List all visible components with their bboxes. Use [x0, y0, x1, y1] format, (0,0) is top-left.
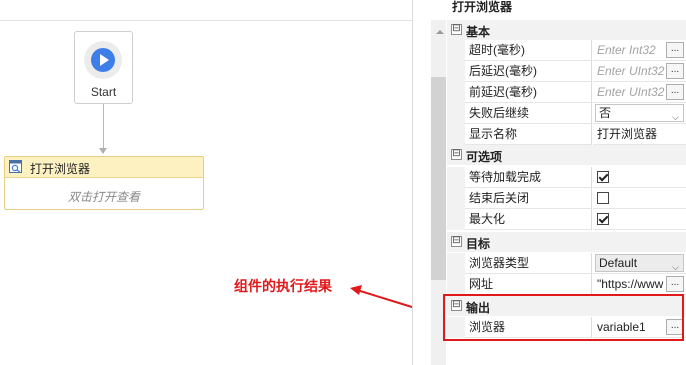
- collapse-icon[interactable]: ⊟: [451, 236, 462, 247]
- row-delay-before: 前延迟(毫秒) Enter UInt32 ...: [447, 82, 686, 103]
- row-display-name: 显示名称 打开浏览器: [447, 124, 686, 145]
- row-close-after: 结束后关闭: [447, 188, 686, 209]
- browser-icon: [9, 160, 22, 173]
- row-label: 网址: [465, 274, 592, 295]
- start-node[interactable]: Start: [74, 31, 133, 104]
- section-basic[interactable]: ⊟ 基本: [447, 20, 686, 40]
- row-label: 超时(毫秒): [465, 40, 592, 61]
- delay-before-input[interactable]: Enter UInt32 ...: [593, 82, 686, 103]
- browser-type-select[interactable]: Default ⌵: [595, 254, 684, 272]
- side-strip: [413, 0, 431, 365]
- row-label: 失败后继续: [465, 103, 592, 124]
- ellipsis-button[interactable]: ...: [666, 84, 684, 100]
- row-label: 显示名称: [465, 124, 592, 145]
- row-delay-after: 后延迟(毫秒) Enter UInt32 ...: [447, 61, 686, 82]
- section-label: 基本: [466, 25, 491, 39]
- canvas-divider: [0, 20, 412, 21]
- chevron-down-icon: ⌵: [672, 112, 679, 122]
- row-continue-on-error: 失败后继续 否 ⌵: [447, 103, 686, 124]
- activity-hint: 双击打开查看: [67, 190, 140, 204]
- highlight-box: [443, 294, 684, 341]
- timeout-input[interactable]: Enter Int32 ...: [593, 40, 686, 61]
- panel-title: 打开浏览器: [452, 0, 513, 14]
- section-target[interactable]: ⊟ 目标: [447, 232, 686, 252]
- start-circle: [84, 41, 122, 79]
- row-label: 等待加载完成: [465, 167, 592, 188]
- section-label: 可选项: [466, 150, 503, 164]
- maximize-checkbox[interactable]: [597, 213, 609, 225]
- close-after-checkbox[interactable]: [597, 192, 609, 204]
- row-browser-type: 浏览器类型 Default ⌵: [447, 253, 686, 274]
- result-annotation: 组件的执行结果: [234, 278, 332, 294]
- activity-header[interactable]: 打开浏览器: [5, 157, 203, 178]
- display-name-input[interactable]: 打开浏览器: [593, 124, 686, 145]
- open-browser-activity[interactable]: 打开浏览器 双击打开查看: [4, 156, 204, 210]
- section-label: 目标: [466, 237, 491, 251]
- row-maximize: 最大化: [447, 209, 686, 230]
- connector-line: [103, 104, 104, 153]
- row-label: 最大化: [465, 209, 592, 230]
- row-label: 浏览器类型: [465, 253, 592, 274]
- timeout-placeholder: Enter Int32: [597, 43, 656, 57]
- workflow-canvas[interactable]: Start 打开浏览器 双击打开查看 组件的执行结果: [0, 0, 412, 365]
- row-label: 后延迟(毫秒): [465, 61, 592, 82]
- play-icon: [87, 44, 119, 76]
- row-timeout: 超时(毫秒) Enter Int32 ...: [447, 40, 686, 61]
- delay-after-input[interactable]: Enter UInt32 ...: [593, 61, 686, 82]
- connector-arrow: [99, 148, 107, 154]
- activity-title: 打开浏览器: [30, 162, 91, 176]
- row-label: 前延迟(毫秒): [465, 82, 592, 103]
- section-optional[interactable]: ⊟ 可选项: [447, 145, 686, 165]
- chevron-down-icon: ⌵: [672, 262, 679, 272]
- scroll-up-icon[interactable]: [436, 30, 444, 34]
- ellipsis-button[interactable]: ...: [666, 63, 684, 79]
- delay-after-placeholder: Enter UInt32: [597, 64, 665, 78]
- row-label: 结束后关闭: [465, 188, 592, 209]
- start-label: Start: [90, 85, 117, 99]
- row-wait-load: 等待加载完成: [447, 167, 686, 188]
- continue-on-error-select[interactable]: 否 ⌵: [595, 104, 684, 122]
- collapse-icon[interactable]: ⊟: [451, 149, 462, 160]
- url-input[interactable]: "https://www ...: [593, 274, 686, 295]
- collapse-icon[interactable]: ⊟: [451, 24, 462, 35]
- wait-load-checkbox[interactable]: [597, 171, 609, 183]
- ellipsis-button[interactable]: ...: [666, 276, 684, 292]
- row-url: 网址 "https://www ...: [447, 274, 686, 295]
- scrollbar-thumb[interactable]: [431, 77, 446, 280]
- ellipsis-button[interactable]: ...: [666, 42, 684, 58]
- delay-before-placeholder: Enter UInt32: [597, 85, 665, 99]
